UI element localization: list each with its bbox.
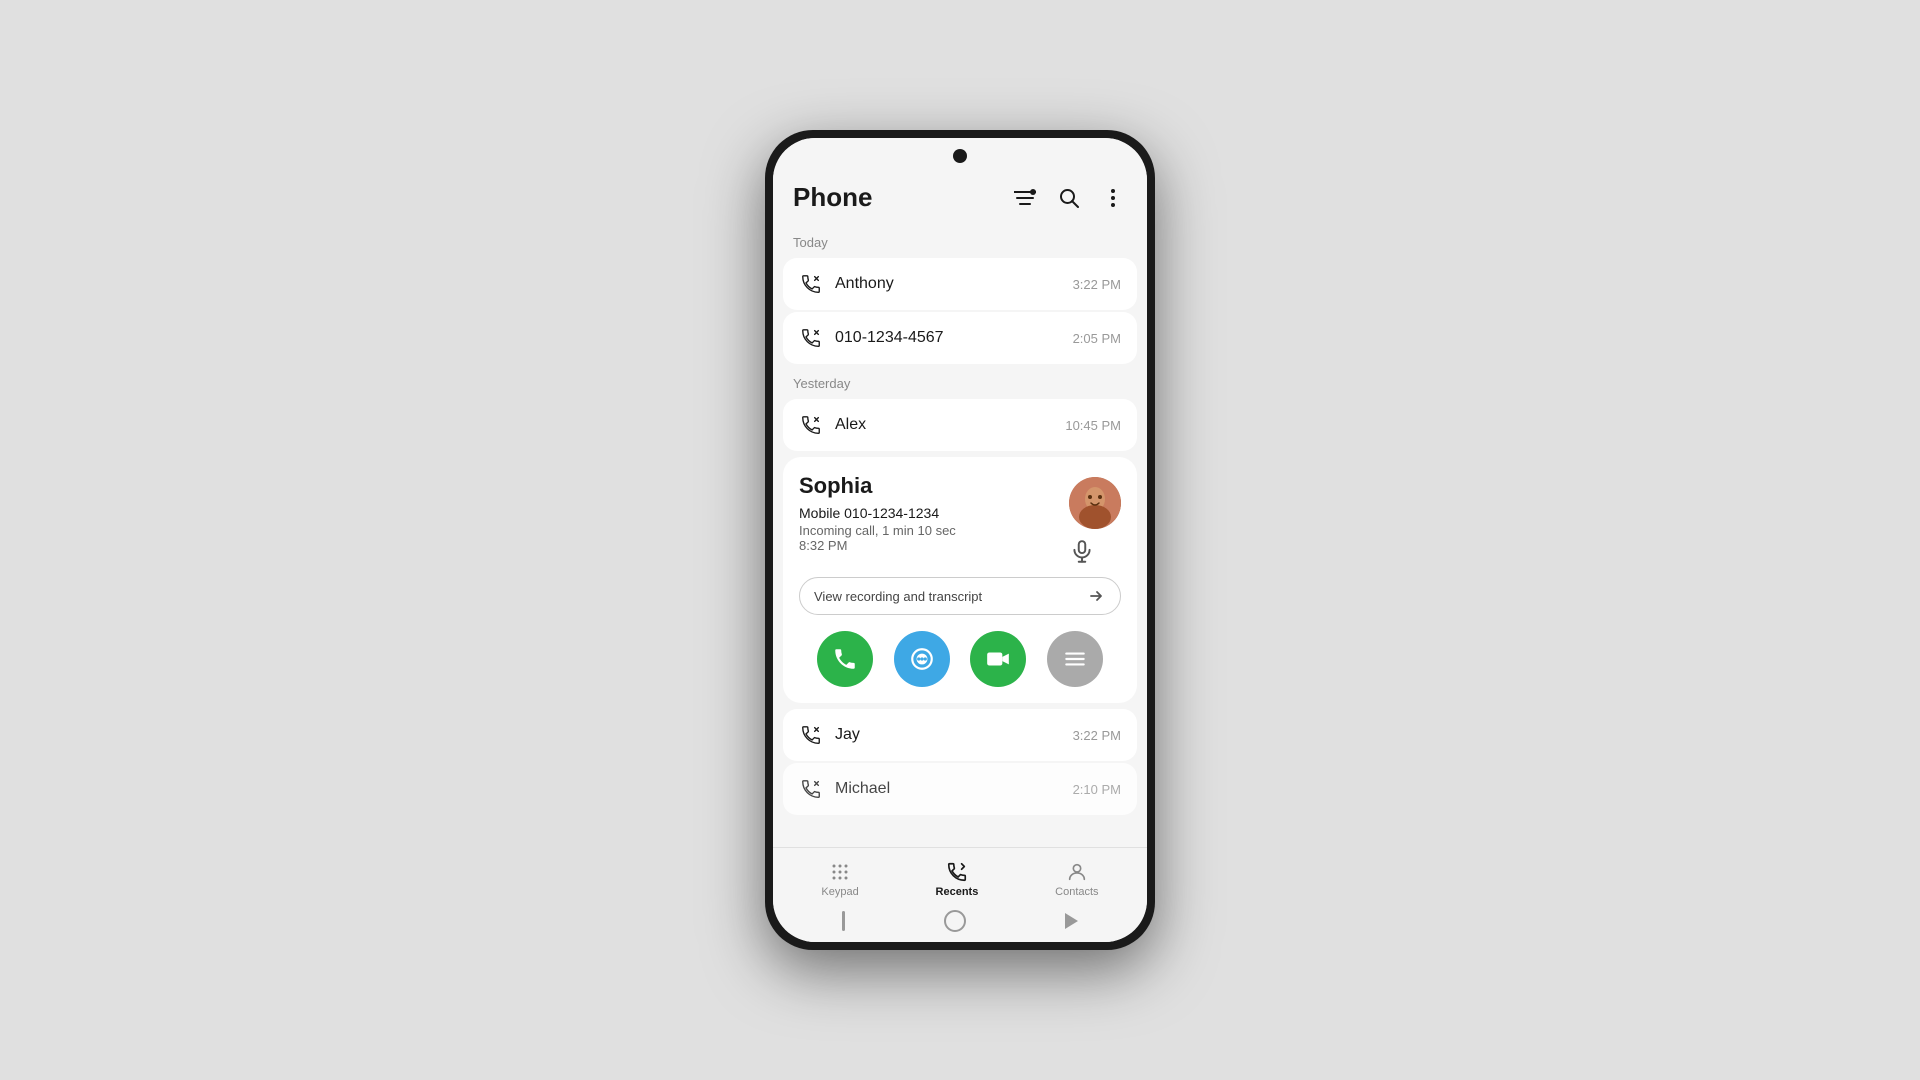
call-time: 2:05 PM [1073,331,1121,346]
call-time: 3:22 PM [1073,728,1121,743]
app-header: Phone [773,174,1147,225]
call-item-jay[interactable]: Jay 3:22 PM [783,709,1137,761]
message-action-button[interactable] [894,631,950,687]
expanded-phone-detail: Mobile 010-1234-1234 [799,505,1061,521]
call-item-michael[interactable]: Michael 2:10 PM [783,763,1137,815]
nav-item-contacts[interactable]: Contacts [1039,856,1114,902]
phone-screen: Phone [773,138,1147,942]
contacts-icon [1065,860,1089,884]
call-time: 3:22 PM [1073,277,1121,292]
bottom-navigation: Keypad Recents [773,847,1147,942]
call-type-icon [799,777,823,801]
nav-items-group: Keypad Recents [773,856,1147,902]
today-section-label: Today [773,225,1147,256]
back-chevron-icon [1065,913,1078,929]
call-type-icon [799,723,823,747]
contact-name: Alex [835,416,1053,434]
action-buttons-group [799,631,1121,687]
call-type-icon [799,326,823,350]
call-action-button[interactable] [817,631,873,687]
contact-number: 010-1234-4567 [835,329,1061,347]
page-title: Phone [793,182,872,213]
contact-name: Anthony [835,275,1061,293]
filter-icon[interactable] [1011,184,1039,212]
scroll-area[interactable]: Today Anthony 3:22 PM [773,225,1147,847]
camera-notch [953,149,967,163]
video-action-button[interactable] [970,631,1026,687]
view-recording-button[interactable]: View recording and transcript [799,577,1121,615]
keypad-icon [828,860,852,884]
yesterday-section-label: Yesterday [773,366,1147,397]
contact-avatar [1069,477,1121,529]
header-icon-group [1011,184,1127,212]
contact-name: Michael [835,780,1061,798]
expanded-top-row: Sophia Mobile 010-1234-1234 Incoming cal… [799,473,1121,565]
expanded-call-time: 8:32 PM [799,538,1061,553]
phone-device: Phone [765,130,1155,950]
call-time: 2:10 PM [1073,782,1121,797]
recents-nav-label: Recents [936,886,979,898]
nav-item-keypad[interactable]: Keypad [805,856,874,902]
expanded-contact-name: Sophia [799,473,1061,499]
call-type-icon [799,272,823,296]
expanded-call-detail: Incoming call, 1 min 10 sec [799,523,1061,538]
expanded-details: Sophia Mobile 010-1234-1234 Incoming cal… [799,473,1061,553]
more-action-button[interactable] [1047,631,1103,687]
search-icon[interactable] [1055,184,1083,212]
call-time: 10:45 PM [1065,418,1121,433]
contacts-nav-label: Contacts [1055,886,1098,898]
mic-avatar-group [1069,477,1121,565]
home-circle-icon [944,910,966,932]
call-item-anthony[interactable]: Anthony 3:22 PM [783,258,1137,310]
call-type-icon-missed [799,413,823,437]
home-bar-icon [842,911,845,931]
contact-name: Jay [835,726,1061,744]
keypad-nav-label: Keypad [821,886,858,898]
recents-icon [945,860,969,884]
call-item-alex[interactable]: Alex 10:45 PM [783,399,1137,451]
status-bar [773,138,1147,174]
arrow-right-icon [1086,586,1106,606]
call-item-number[interactable]: 010-1234-4567 2:05 PM [783,312,1137,364]
home-indicator [773,902,1147,938]
expanded-call-sophia[interactable]: Sophia Mobile 010-1234-1234 Incoming cal… [783,457,1137,703]
more-options-icon[interactable] [1099,184,1127,212]
nav-item-recents[interactable]: Recents [920,856,995,902]
recording-btn-label: View recording and transcript [814,589,982,604]
